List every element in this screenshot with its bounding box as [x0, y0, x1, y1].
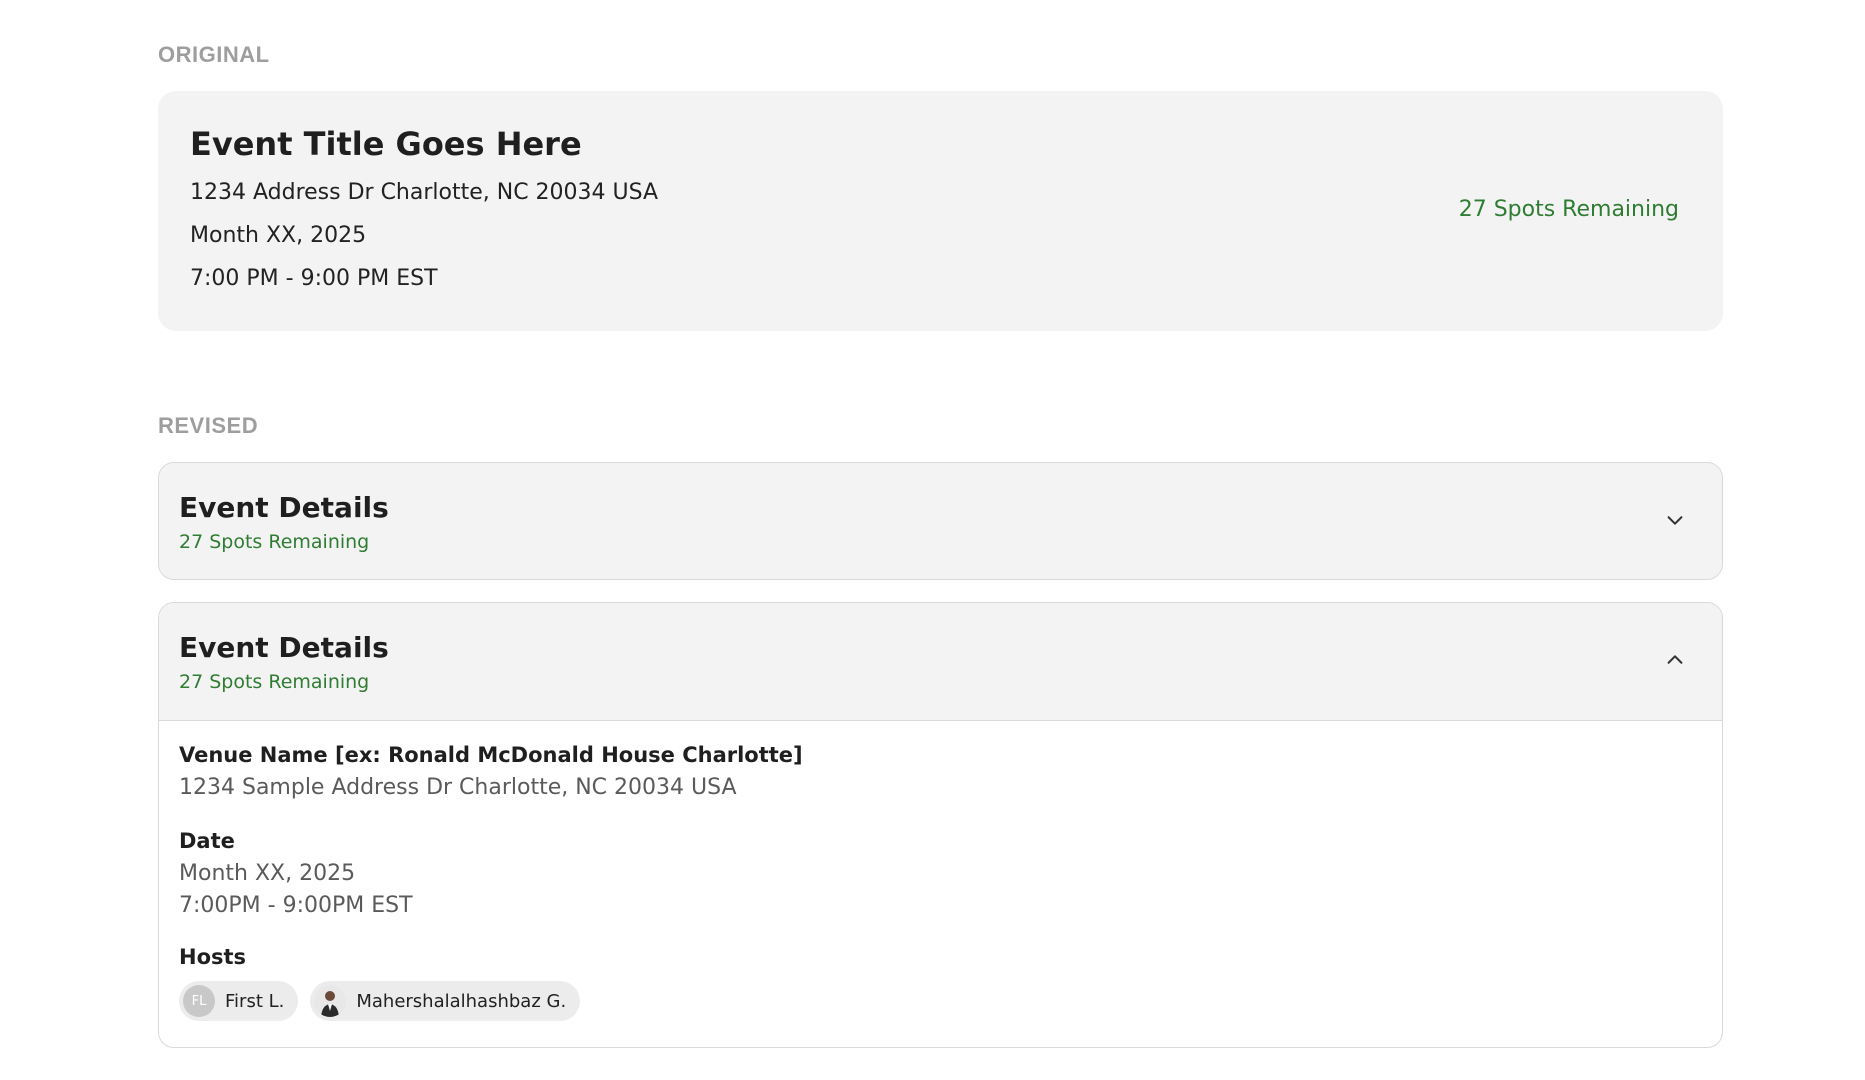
accordion-header[interactable]: Event Details 27 Spots Remaining — [159, 463, 1722, 579]
host-chip[interactable]: FL First L. — [179, 981, 299, 1021]
event-details-accordion-collapsed[interactable]: Event Details 27 Spots Remaining — [158, 462, 1723, 580]
avatar: FL — [183, 985, 215, 1017]
hosts-block: Hosts FL First L. Mahershalalhashbaz G. — [179, 945, 1702, 1021]
date-block: Date Month XX, 2025 7:00PM - 9:00PM EST — [179, 829, 1702, 919]
event-title: Event Title Goes Here — [190, 125, 582, 163]
host-name: Mahershalalhashbaz G. — [356, 990, 567, 1012]
original-event-card: Event Title Goes Here 1234 Address Dr Ch… — [158, 91, 1723, 331]
hosts-label: Hosts — [179, 945, 247, 969]
accordion-title: Event Details — [179, 491, 389, 524]
date-label: Date — [179, 829, 235, 853]
event-address: 1234 Address Dr Charlotte, NC 20034 USA — [190, 180, 659, 205]
accordion-title: Event Details — [179, 631, 389, 664]
chevron-down-icon[interactable] — [1664, 509, 1686, 531]
accordion-header[interactable]: Event Details 27 Spots Remaining — [159, 603, 1722, 721]
event-details-accordion-expanded: Event Details 27 Spots Remaining Venue N… — [158, 602, 1723, 1048]
spots-remaining: 27 Spots Remaining — [179, 671, 370, 693]
spots-remaining: 27 Spots Remaining — [179, 531, 370, 553]
accordion-body: Venue Name [ex: Ronald McDonald House Ch… — [159, 721, 1722, 1021]
host-name: First L. — [225, 990, 285, 1012]
spots-remaining: 27 Spots Remaining — [1458, 197, 1679, 222]
section-label-original: ORIGINAL — [158, 42, 270, 67]
section-label-revised: REVISED — [158, 413, 259, 438]
date-value: Month XX, 2025 — [179, 861, 356, 886]
host-chip[interactable]: Mahershalalhashbaz G. — [310, 981, 581, 1021]
avatar-photo — [314, 985, 347, 1017]
time-value: 7:00PM - 9:00PM EST — [179, 893, 413, 918]
hosts-list: FL First L. Mahershalalhashbaz G. — [179, 981, 1702, 1021]
chevron-up-icon[interactable] — [1664, 649, 1686, 671]
venue-address: 1234 Sample Address Dr Charlotte, NC 200… — [179, 775, 737, 800]
venue-block: Venue Name [ex: Ronald McDonald House Ch… — [179, 743, 1702, 801]
event-date: Month XX, 2025 — [190, 223, 367, 248]
venue-name: Venue Name [ex: Ronald McDonald House Ch… — [179, 743, 803, 767]
event-time: 7:00 PM - 9:00 PM EST — [190, 266, 438, 291]
